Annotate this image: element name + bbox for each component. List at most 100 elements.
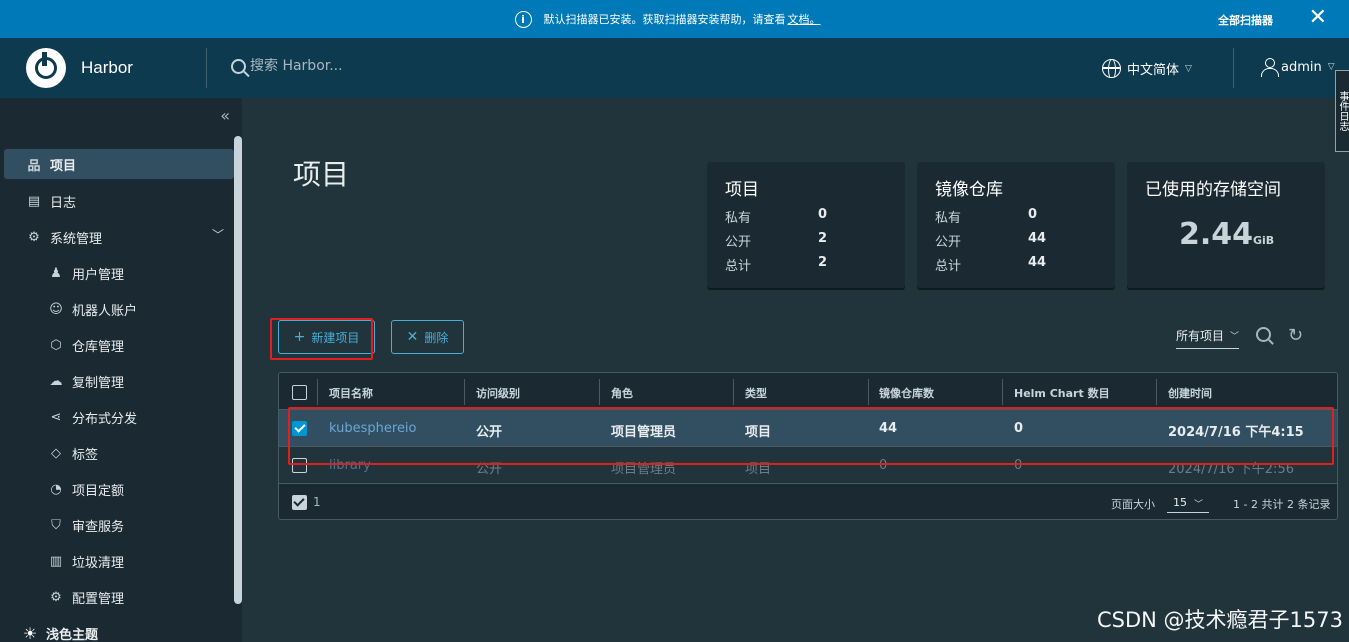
chevron-down-icon[interactable]: ﹀ bbox=[212, 226, 224, 243]
users-icon: ♟ bbox=[50, 265, 62, 281]
sidebar-item-label: 日志 bbox=[50, 195, 77, 211]
search-input[interactable] bbox=[250, 58, 550, 74]
sidebar-item-interrogation[interactable]: ⛉ 审查服务 bbox=[4, 510, 124, 540]
card-title: 已使用的存储空间 bbox=[1145, 180, 1281, 200]
sidebar-item-labels[interactable]: ◇ 标签 bbox=[4, 438, 98, 468]
projects-summary-card: 项目 私有 0 公开 2 总计 2 bbox=[707, 162, 905, 288]
chevron-down-icon: ﹀ bbox=[1230, 332, 1240, 342]
sidebar-item-robots[interactable]: ☺ 机器人账户 bbox=[4, 294, 137, 324]
sidebar-item-label: 标签 bbox=[72, 447, 99, 463]
column-header[interactable]: 项目名称 bbox=[329, 385, 373, 401]
tag-icon: ◇ bbox=[51, 445, 61, 461]
logs-icon: ▤ bbox=[27, 193, 41, 209]
all-scanners-link[interactable]: 全部扫描器 bbox=[1218, 12, 1273, 28]
admin-icon: ⚙ bbox=[28, 229, 40, 245]
brand-name[interactable]: Harbor bbox=[81, 58, 133, 78]
sidebar-item-label: 分布式分发 bbox=[72, 411, 138, 427]
sun-icon: ☀ bbox=[22, 623, 38, 642]
page-title: 项目 bbox=[293, 158, 350, 191]
language-selector[interactable]: 中文简体 ▽ bbox=[1102, 59, 1192, 78]
sidebar-item-label: 项目 bbox=[50, 158, 77, 174]
user-icon bbox=[1261, 58, 1279, 77]
select-all-checkbox[interactable] bbox=[292, 385, 307, 400]
sidebar-item-gc[interactable]: ▥ 垃圾清理 bbox=[4, 546, 124, 576]
stat-private: 私有 0 bbox=[725, 207, 828, 226]
info-icon: i bbox=[514, 10, 532, 28]
banner-message: 默认扫描器已安装。获取扫描器安装帮助，请查看 bbox=[543, 13, 786, 26]
column-header[interactable]: 访问级别 bbox=[476, 385, 520, 401]
shield-icon: ⛉ bbox=[51, 517, 61, 533]
sidebar-item-label: 复制管理 bbox=[72, 375, 125, 391]
header-divider-2 bbox=[1233, 48, 1234, 88]
sidebar-item-logs[interactable]: ▤ 日志 bbox=[4, 186, 76, 216]
refresh-icon[interactable]: ↻ bbox=[1288, 325, 1303, 346]
global-search bbox=[231, 58, 550, 74]
harbor-logo-icon[interactable] bbox=[26, 48, 66, 88]
projects-icon: 品 bbox=[27, 158, 41, 174]
pagination-info: 1 - 2 共计 2 条记录 bbox=[1233, 498, 1331, 511]
sidebar: « 品 项目 ▤ 日志 ⚙ 系统管理 ﹀ ♟ 用户管理 ☺ 机器人账户 ⬡ 仓库… bbox=[0, 98, 242, 642]
user-name: admin bbox=[1281, 59, 1322, 75]
page-size-label: 页面大小 bbox=[1111, 498, 1155, 511]
sidebar-item-quotas[interactable]: ◔ 项目定额 bbox=[4, 474, 124, 504]
share-icon: ⋖ bbox=[50, 409, 62, 425]
column-header[interactable]: Helm Chart 数目 bbox=[1014, 385, 1110, 401]
sidebar-item-users[interactable]: ♟ 用户管理 bbox=[4, 258, 124, 288]
column-header[interactable]: 角色 bbox=[611, 385, 633, 401]
sidebar-item-registries[interactable]: ⬡ 仓库管理 bbox=[4, 330, 124, 360]
sidebar-item-label: 仓库管理 bbox=[72, 339, 125, 355]
sidebar-item-label: 垃圾清理 bbox=[72, 555, 125, 571]
trash-icon: ▥ bbox=[49, 553, 63, 569]
sidebar-item-label: 审查服务 bbox=[72, 519, 125, 535]
delete-button[interactable]: ✕ 删除 bbox=[391, 320, 464, 354]
chevron-down-icon: ▽ bbox=[1327, 62, 1335, 72]
banner-message-wrap: i 默认扫描器已安装。获取扫描器安装帮助，请查看 文档。 bbox=[514, 10, 821, 28]
project-filter-select[interactable]: 所有项目 ﹀ bbox=[1176, 327, 1240, 349]
repos-summary-card: 镜像仓库 私有 0 公开 44 总计 44 bbox=[917, 162, 1115, 288]
stat-private: 私有 0 bbox=[935, 207, 1038, 226]
collapse-sidebar-icon[interactable]: « bbox=[220, 106, 230, 125]
banner-doc-link[interactable]: 文档。 bbox=[788, 11, 821, 27]
highlight-box bbox=[288, 407, 1334, 465]
main-content: 项目 项目 私有 0 公开 2 总计 2 镜像仓库 私有 0 公开 44 总计 44 已使用… bbox=[242, 98, 1349, 642]
page-size-select[interactable]: 15 ﹀ bbox=[1167, 494, 1209, 513]
storage-unit: GiB bbox=[1253, 234, 1275, 247]
table-header: 项目名称 访问级别 角色 类型 镜像仓库数 Helm Chart 数目 创建时间 bbox=[279, 373, 1337, 410]
sidebar-item-projects[interactable]: 品 项目 bbox=[4, 149, 234, 179]
top-banner: i 默认扫描器已安装。获取扫描器安装帮助，请查看 文档。 全部扫描器 ✕ bbox=[0, 0, 1349, 38]
chevron-down-icon: ▽ bbox=[1185, 63, 1192, 74]
sidebar-item-config[interactable]: ⚙ 配置管理 bbox=[4, 582, 124, 612]
stat-total: 总计 2 bbox=[725, 255, 828, 274]
close-icon[interactable]: ✕ bbox=[1309, 7, 1327, 29]
selection-indicator-icon bbox=[292, 495, 307, 510]
sidebar-item-distribution[interactable]: ⋖ 分布式分发 bbox=[4, 402, 137, 432]
sidebar-item-replication[interactable]: ☁ 复制管理 bbox=[4, 366, 125, 396]
search-icon[interactable] bbox=[1256, 327, 1271, 342]
column-header[interactable]: 类型 bbox=[745, 385, 767, 401]
table-footer: 1 页面大小 15 ﹀ 1 - 2 共计 2 条记录 bbox=[279, 484, 1337, 519]
card-title: 镜像仓库 bbox=[935, 180, 1003, 200]
sidebar-item-system-admin[interactable]: ⚙ 系统管理 bbox=[4, 222, 102, 252]
sidebar-scrollbar[interactable] bbox=[234, 136, 242, 604]
sidebar-item-label: 系统管理 bbox=[50, 231, 103, 247]
watermark: CSDN @技术瘾君子1573 bbox=[1097, 608, 1343, 632]
close-icon: ✕ bbox=[406, 329, 419, 345]
sidebar-item-light-theme[interactable]: ☀ 浅色主题 bbox=[4, 618, 98, 642]
chevron-down-icon: ﹀ bbox=[1193, 500, 1203, 510]
storage-value: 2.44 bbox=[1179, 217, 1254, 252]
robot-icon: ☺ bbox=[49, 301, 63, 317]
gear-icon: ⚙ bbox=[50, 589, 62, 605]
selected-count: 1 bbox=[313, 495, 321, 509]
app-header: Harbor 中文简体 ▽ admin ▽ bbox=[0, 38, 1349, 98]
header-divider bbox=[206, 48, 207, 88]
column-header[interactable]: 镜像仓库数 bbox=[879, 385, 934, 401]
column-header[interactable]: 创建时间 bbox=[1168, 385, 1212, 401]
sidebar-item-label: 机器人账户 bbox=[72, 303, 138, 319]
user-menu[interactable]: admin ▽ bbox=[1261, 58, 1335, 77]
storage-summary-card: 已使用的存储空间 2.44 GiB bbox=[1127, 162, 1325, 288]
sidebar-item-label: 配置管理 bbox=[72, 591, 125, 607]
cloud-icon: ☁ bbox=[49, 373, 63, 389]
sidebar-item-label: 浅色主题 bbox=[46, 627, 99, 642]
globe-icon bbox=[1102, 59, 1121, 78]
language-label: 中文简体 bbox=[1127, 63, 1180, 78]
